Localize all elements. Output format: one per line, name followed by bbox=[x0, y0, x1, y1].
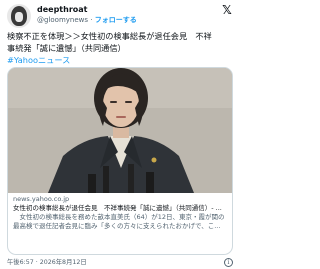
handle[interactable]: @gloomynews bbox=[37, 16, 88, 24]
link-card[interactable]: news.yahoo.co.jp 女性初の検事総長が退任会見 不祥事続発「誠に遺… bbox=[7, 67, 233, 255]
card-meta: news.yahoo.co.jp 女性初の検事総長が退任会見 不祥事続発「誠に遺… bbox=[13, 195, 229, 231]
follow-button[interactable]: フォローする bbox=[95, 16, 137, 24]
separator: · bbox=[88, 16, 95, 24]
card-description: 女性初の検事総長を務めた畝本直美氏（64）が12日、東京・霞が関の最高検で退任記… bbox=[13, 213, 225, 230]
press-conference-photo[interactable] bbox=[8, 68, 232, 193]
handle-row: @gloomynews · フォローする bbox=[37, 16, 137, 25]
press-conference-photo-icon bbox=[8, 68, 232, 193]
timestamp[interactable]: 午後6:57 · 2026年8月12日 bbox=[7, 258, 87, 267]
display-name[interactable]: deepthroat bbox=[37, 5, 88, 15]
info-icon[interactable]: i bbox=[224, 258, 233, 267]
tweet-text: 検察不正を体現＞＞女性初の検事総長が退任会見 不祥 事続発「誠に遺憾」（共同通信… bbox=[7, 30, 235, 66]
card-domain: news.yahoo.co.jp bbox=[13, 195, 70, 203]
card-title[interactable]: 女性初の検事総長が退任会見 不祥事続発「誠に遺憾」（共同通信）- ... bbox=[13, 204, 229, 213]
tweet-line-1: 検察不正を体現＞＞女性初の検事総長が退任会見 不祥 bbox=[7, 31, 212, 41]
avatar-icon bbox=[11, 6, 27, 26]
x-logo-icon[interactable]: 𝕏 bbox=[221, 4, 233, 16]
tweet-header: deepthroat @gloomynews · フォローする 𝕏 bbox=[7, 3, 233, 29]
avatar[interactable] bbox=[7, 4, 31, 28]
hashtag-link[interactable]: #Yahooニュース bbox=[7, 54, 235, 66]
tweet-line-2: 事続発「誠に遺憾」（共同通信） bbox=[7, 43, 126, 53]
